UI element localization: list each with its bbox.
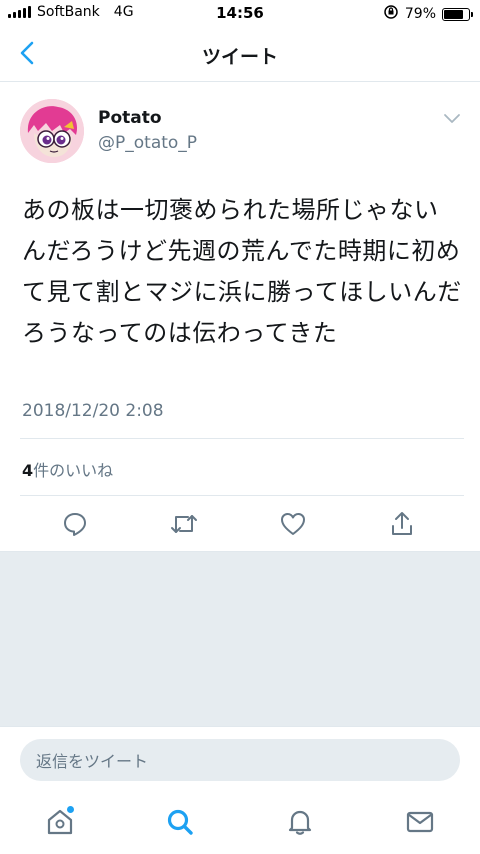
messages-icon <box>406 811 434 833</box>
avatar[interactable] <box>20 99 84 163</box>
navigation-bar: ツイート <box>0 28 480 82</box>
tweet-timestamp[interactable]: 2018/12/20 2:08 <box>22 401 164 421</box>
search-icon <box>167 809 193 835</box>
status-right: 79% <box>383 4 473 24</box>
share-button[interactable] <box>387 509 417 539</box>
battery-icon <box>442 7 473 21</box>
retweet-button[interactable] <box>169 509 199 539</box>
reply-button[interactable] <box>60 509 90 539</box>
reply-icon <box>64 513 86 536</box>
share-icon <box>392 512 412 535</box>
tweet-detail: Potato @P_otato_P あの板は一切褒められた場所じゃないんだろうけ… <box>0 83 480 551</box>
battery-percent: 79% <box>404 6 436 22</box>
battery-fill <box>444 9 463 19</box>
tab-notifications[interactable] <box>284 806 316 838</box>
divider <box>20 438 464 439</box>
replies-area <box>0 551 480 726</box>
tweet-actions <box>0 503 480 547</box>
tweet-menu-button[interactable] <box>442 111 462 125</box>
retweet-icon <box>171 515 197 533</box>
tab-search[interactable] <box>164 806 196 838</box>
tab-bar <box>0 790 480 854</box>
reply-input[interactable]: 返信をツイート <box>20 739 460 781</box>
tweet-text: あの板は一切褒められた場所じゃないんだろうけど先週の荒んでた時期に初めて見て割と… <box>22 196 462 347</box>
page-title: ツイート <box>201 46 278 68</box>
like-button[interactable] <box>278 509 308 539</box>
divider <box>20 495 464 496</box>
status-bar: SoftBank 4G 14:56 79% <box>0 0 480 28</box>
like-icon <box>281 513 305 535</box>
reply-bar: 返信をツイート <box>0 726 480 788</box>
user-handle[interactable]: @P_otato_P <box>98 133 197 153</box>
likes-label: 件のいいね <box>33 461 114 480</box>
orientation-lock-icon <box>383 4 399 24</box>
likes-count: 4 <box>22 461 34 480</box>
display-name[interactable]: Potato <box>98 108 162 128</box>
likes-summary[interactable]: 4件のいいね <box>22 457 113 481</box>
tab-messages[interactable] <box>404 806 436 838</box>
tab-home[interactable] <box>44 806 76 838</box>
new-tweets-dot <box>67 806 74 813</box>
notifications-icon <box>288 810 312 835</box>
chevron-down-icon <box>444 114 460 123</box>
